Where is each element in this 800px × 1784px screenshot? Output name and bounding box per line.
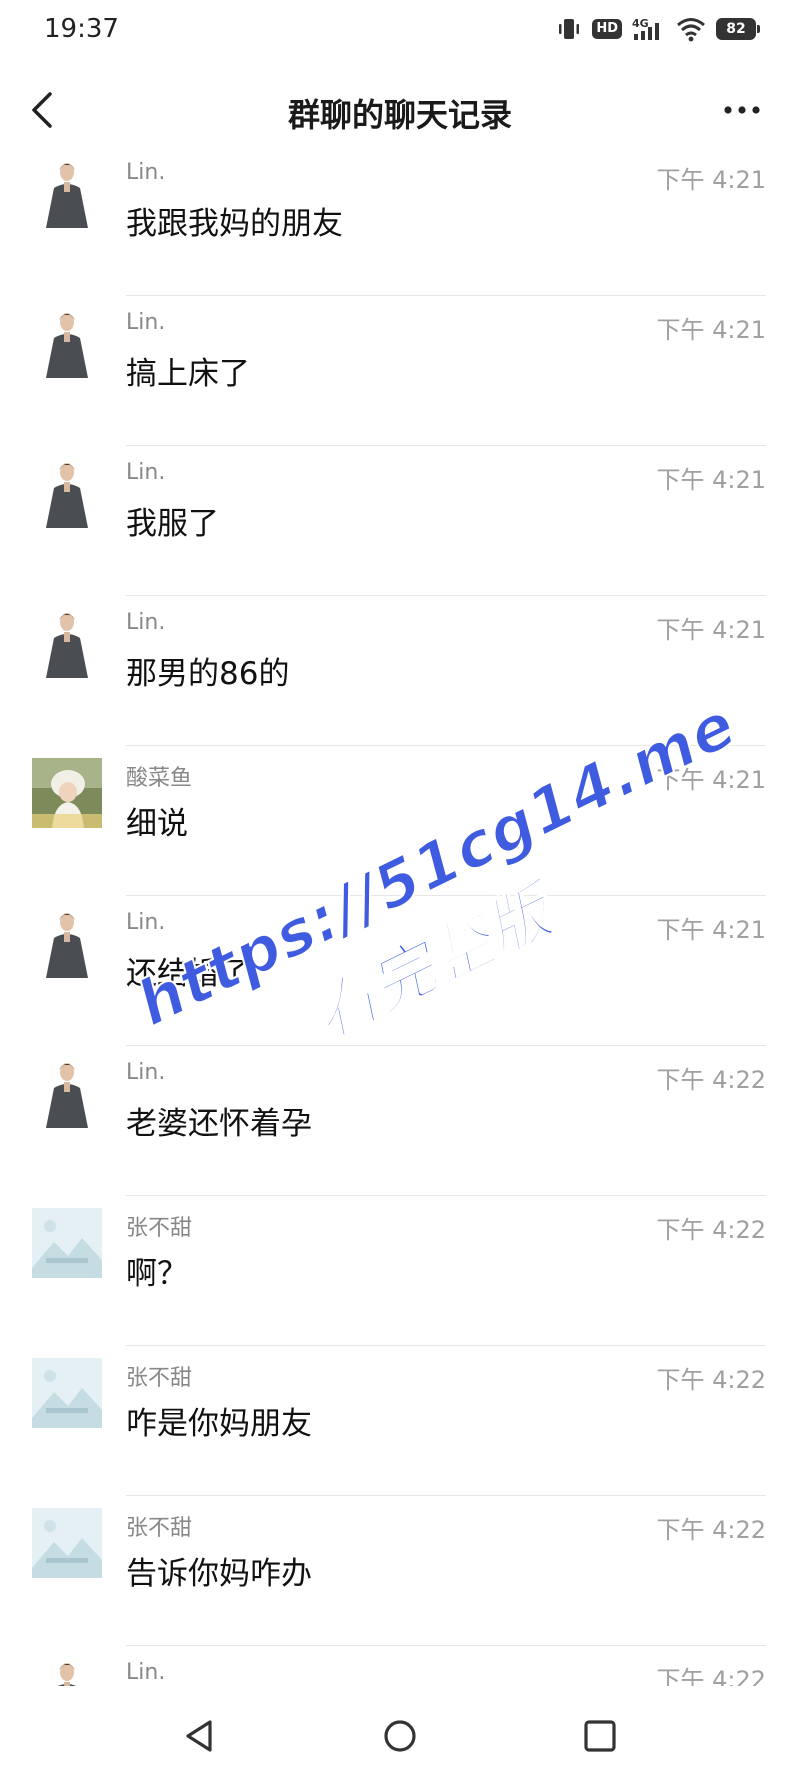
message-text: 搞上床了	[126, 356, 250, 392]
message-item[interactable]: Lin. 下午 4:22 老婆还怀着孕	[0, 1046, 800, 1196]
sender-name: Lin.	[126, 1060, 166, 1085]
message-time: 下午 4:22	[656, 1516, 766, 1544]
hd-icon: HD	[592, 19, 622, 39]
message-item[interactable]: Lin. 下午 4:22	[0, 1646, 800, 1686]
message-time: 下午 4:22	[656, 1666, 766, 1686]
avatar[interactable]	[32, 308, 102, 378]
placeholder-avatar-icon	[32, 1208, 102, 1278]
photo-avatar-icon	[32, 758, 102, 828]
page-title: 群聊的聊天记录	[287, 96, 512, 134]
signal-4g-icon: 4G	[632, 17, 659, 40]
avatar[interactable]	[32, 1358, 102, 1428]
message-time: 下午 4:21	[656, 916, 766, 944]
person-avatar-icon	[32, 608, 102, 678]
sender-name: Lin.	[126, 310, 166, 335]
sender-name: Lin.	[126, 460, 166, 485]
person-avatar-icon	[32, 308, 102, 378]
wifi-icon	[677, 18, 705, 42]
avatar[interactable]	[32, 458, 102, 528]
avatar[interactable]	[32, 158, 102, 228]
avatar[interactable]	[32, 908, 102, 978]
message-text: 老婆还怀着孕	[126, 1106, 312, 1142]
status-bar: 19:37 HD 4G 82	[0, 0, 800, 62]
avatar[interactable]	[32, 758, 102, 828]
person-avatar-icon	[32, 458, 102, 528]
message-time: 下午 4:21	[656, 766, 766, 794]
message-time: 下午 4:22	[656, 1216, 766, 1244]
message-item[interactable]: Lin. 下午 4:21 还结婚了	[0, 896, 800, 1046]
avatar[interactable]	[32, 1658, 102, 1686]
net-label: 4G	[632, 17, 649, 30]
avatar[interactable]	[32, 1058, 102, 1128]
app-header: 群聊的聊天记录	[0, 62, 800, 158]
navigation-bar	[0, 1686, 800, 1784]
battery-icon: 82	[716, 18, 760, 40]
message-text: 告诉你妈咋办	[126, 1556, 312, 1592]
sender-name: Lin.	[126, 610, 166, 635]
message-item[interactable]: Lin. 下午 4:21 我服了	[0, 446, 800, 596]
message-time: 下午 4:21	[656, 466, 766, 494]
message-time: 下午 4:22	[656, 1366, 766, 1394]
more-options-button[interactable]	[720, 90, 764, 130]
message-time: 下午 4:21	[656, 616, 766, 644]
sender-name: 酸菜鱼	[126, 766, 193, 791]
placeholder-avatar-icon	[32, 1358, 102, 1428]
nav-back-button[interactable]	[178, 1714, 222, 1758]
message-time: 下午 4:21	[656, 166, 766, 194]
message-item[interactable]: 酸菜鱼 下午 4:21 细说	[0, 746, 800, 896]
status-time: 19:37	[44, 14, 119, 44]
message-item[interactable]: 张不甜 下午 4:22 啊？	[0, 1196, 800, 1346]
message-time: 下午 4:22	[656, 1066, 766, 1094]
message-item[interactable]: 张不甜 下午 4:22 咋是你妈朋友	[0, 1346, 800, 1496]
message-text: 还结婚了	[126, 956, 250, 992]
message-text: 咋是你妈朋友	[126, 1406, 312, 1442]
sender-name: 张不甜	[126, 1516, 193, 1541]
sender-name: 张不甜	[126, 1216, 193, 1241]
person-avatar-icon	[32, 1058, 102, 1128]
message-text: 我服了	[126, 506, 219, 542]
sender-name: Lin.	[126, 160, 166, 185]
message-text: 啊？	[126, 1256, 188, 1292]
placeholder-avatar-icon	[32, 1508, 102, 1578]
person-avatar-icon	[32, 908, 102, 978]
person-avatar-icon	[32, 158, 102, 228]
message-text: 那男的86的	[126, 656, 290, 692]
sender-name: Lin.	[126, 910, 166, 935]
person-avatar-icon	[32, 1658, 102, 1686]
avatar[interactable]	[32, 1208, 102, 1278]
message-list[interactable]: Lin. 下午 4:21 我跟我妈的朋友 Lin. 下午 4:21 搞上床了 L…	[0, 146, 800, 1686]
message-item[interactable]: Lin. 下午 4:21 我跟我妈的朋友	[0, 146, 800, 296]
avatar[interactable]	[32, 608, 102, 678]
message-text: 细说	[126, 806, 188, 842]
avatar[interactable]	[32, 1508, 102, 1578]
sender-name: Lin.	[126, 1660, 166, 1685]
nav-recents-button[interactable]	[578, 1714, 622, 1758]
message-text: 我跟我妈的朋友	[126, 206, 343, 242]
message-item[interactable]: 张不甜 下午 4:22 告诉你妈咋办	[0, 1496, 800, 1646]
vibrate-icon	[559, 19, 580, 39]
status-icons: HD 4G 82	[556, 16, 760, 42]
message-item[interactable]: Lin. 下午 4:21 那男的86的	[0, 596, 800, 746]
nav-home-button[interactable]	[378, 1714, 422, 1758]
message-item[interactable]: Lin. 下午 4:21 搞上床了	[0, 296, 800, 446]
message-time: 下午 4:21	[656, 316, 766, 344]
sender-name: 张不甜	[126, 1366, 193, 1391]
